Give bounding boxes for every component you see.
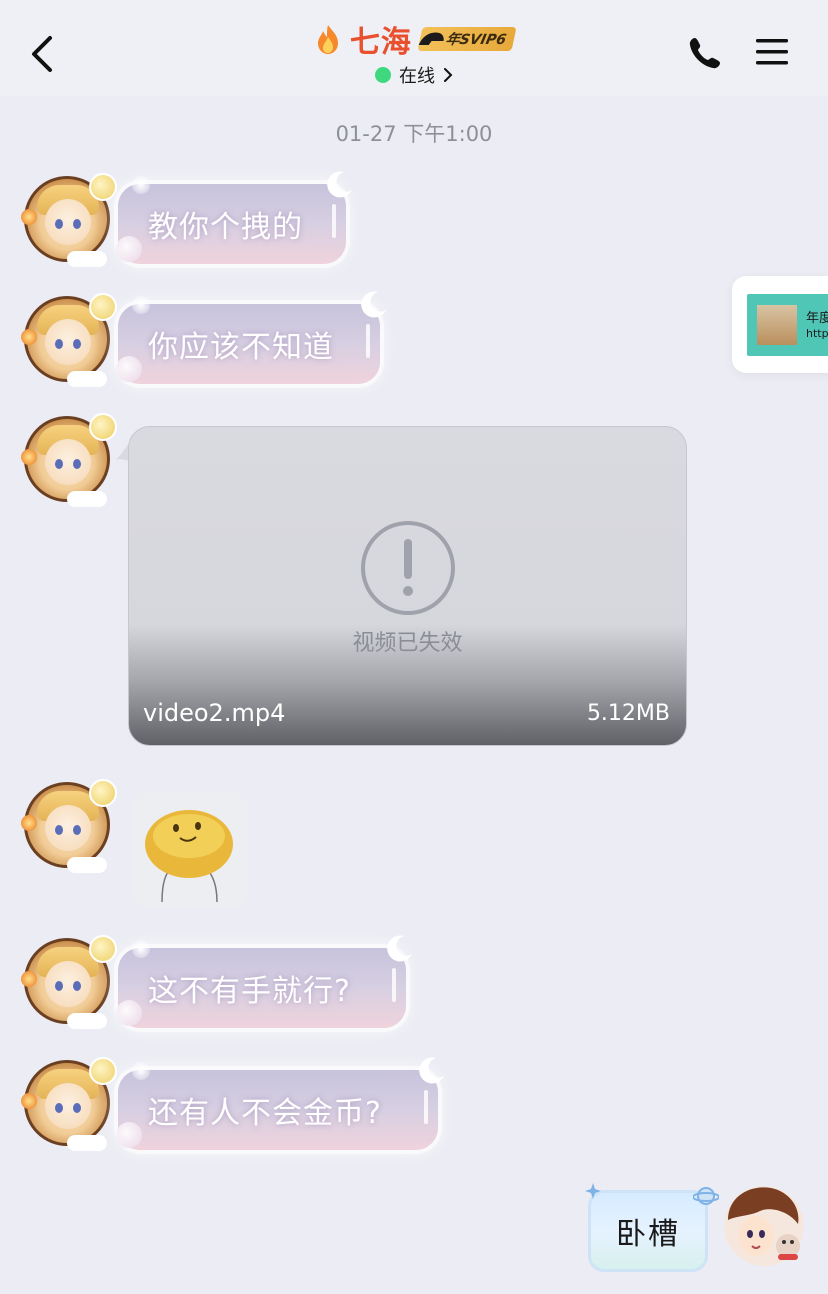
planet-icon: [693, 1187, 719, 1205]
video-message[interactable]: 视频已失效 video2.mp4 5.12MB: [128, 426, 687, 746]
my-message-text: 卧槽: [616, 1217, 680, 1252]
flame-icon: [317, 25, 338, 54]
helmet-icon: [418, 32, 444, 45]
message-bubble[interactable]: 你应该不知道: [116, 291, 386, 384]
moon-icon: [327, 171, 352, 198]
message-text: 你应该不知道: [148, 330, 334, 365]
contact-avatar[interactable]: [21, 1057, 117, 1151]
video-size: 5.12MB: [586, 701, 670, 726]
floating-link-card[interactable]: 年度 http: [732, 276, 828, 373]
link-url: http: [806, 327, 828, 340]
moon-icon: [387, 935, 412, 962]
message-timestamp: 01-27 下午1:00: [335, 122, 493, 146]
phone-icon[interactable]: [688, 36, 722, 70]
message-bubble[interactable]: 这不有手就行?: [116, 935, 412, 1028]
warning-icon: [361, 521, 455, 615]
status-label: 在线: [399, 66, 435, 87]
menu-icon[interactable]: [754, 36, 790, 68]
message-text: 还有人不会金币?: [148, 1096, 382, 1131]
message-text: 这不有手就行?: [148, 974, 351, 1009]
message-bubble[interactable]: 还有人不会金币?: [116, 1057, 444, 1150]
contact-avatar[interactable]: [21, 293, 117, 387]
chevron-right-icon: [444, 68, 453, 82]
contact-avatar[interactable]: [21, 779, 117, 873]
chat-header: 七海 年SVIP6 在线: [0, 0, 828, 96]
svip-badge-label: 年SVIP6: [444, 32, 508, 48]
sticker-message[interactable]: [132, 792, 247, 907]
svip-badge: 年SVIP6: [417, 27, 517, 51]
online-dot: [375, 67, 391, 83]
moon-icon: [419, 1057, 444, 1084]
link-preview: 年度 http: [747, 294, 828, 356]
link-thumbnail: [757, 305, 797, 345]
my-avatar[interactable]: [718, 1180, 810, 1272]
contact-avatar[interactable]: [21, 935, 117, 1029]
message-text: 教你个拽的: [148, 210, 303, 245]
sparkle-icon: [585, 1183, 601, 1199]
message-bubble[interactable]: 教你个拽的: [116, 171, 352, 264]
yellow-blob-sticker-icon: [132, 792, 247, 907]
link-title: 年度: [806, 311, 828, 326]
contact-avatar[interactable]: [21, 173, 117, 267]
moon-icon: [361, 291, 386, 318]
contact-name: 七海: [349, 25, 412, 60]
my-message-bubble[interactable]: 卧槽: [585, 1183, 719, 1272]
contact-avatar[interactable]: [21, 413, 117, 507]
video-filename: video2.mp4: [143, 699, 286, 727]
video-status: 视频已失效: [352, 631, 463, 656]
